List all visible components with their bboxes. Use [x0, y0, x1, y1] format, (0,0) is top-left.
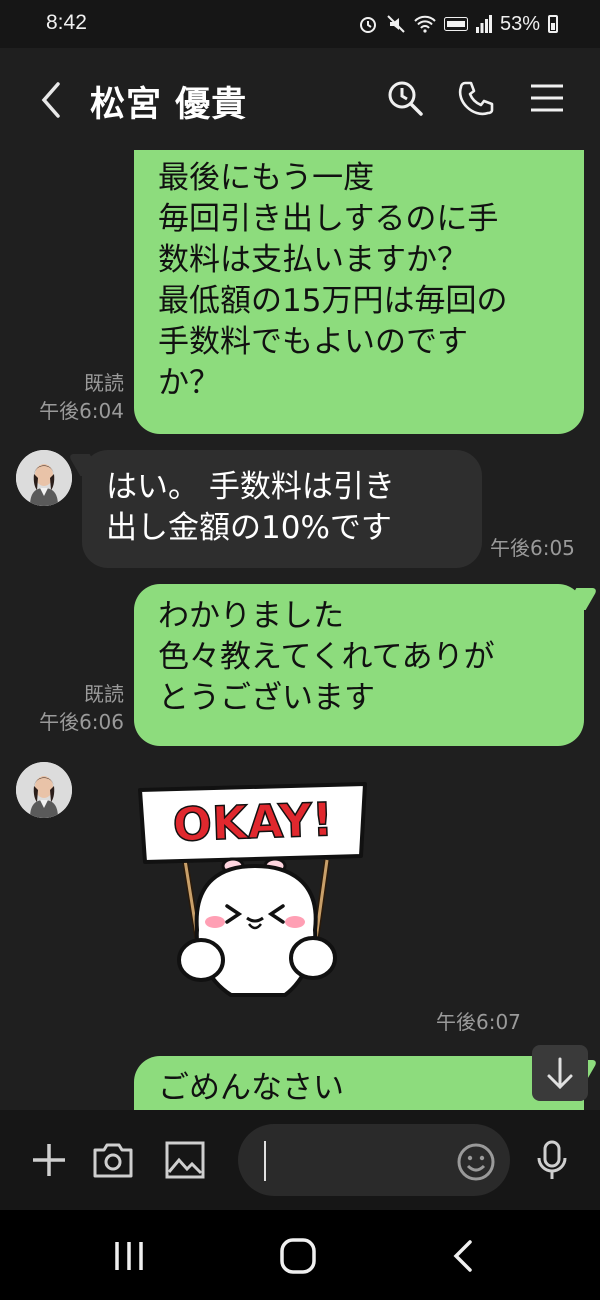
- battery-percent: 53%: [499, 12, 540, 35]
- battery-icon: [548, 15, 558, 33]
- message-line: 毎回引き出しするのに手: [158, 201, 499, 237]
- sticker-text: OKAY!: [172, 792, 334, 852]
- message-time: 午後6:05: [490, 536, 575, 560]
- signal-icon: [475, 15, 492, 33]
- message-meta: 既読 午後6:06: [20, 680, 124, 736]
- recent-apps-button[interactable]: [108, 1236, 152, 1276]
- image-icon[interactable]: [163, 1138, 207, 1182]
- message-time: 午後6:04: [39, 399, 124, 423]
- message-line: 最低額の15万円は毎回の: [158, 283, 508, 319]
- text-caret: [264, 1141, 266, 1181]
- message-bubble-outgoing[interactable]: わかりました 色々教えてくれてありが とうございます: [134, 584, 599, 746]
- chat-header: 松宮 優貴: [0, 48, 600, 150]
- message-time: 午後6:06: [39, 710, 124, 734]
- phone-icon[interactable]: [456, 78, 496, 118]
- status-icons: 53%: [358, 11, 558, 37]
- status-time: 8:42: [46, 11, 87, 34]
- alarm-icon: [359, 17, 376, 33]
- status-bar: 8:42 53%: [0, 0, 600, 48]
- mute-icon: [387, 15, 405, 33]
- plus-icon[interactable]: [27, 1138, 71, 1182]
- message-bubble-outgoing[interactable]: ごめんなさい: [134, 1056, 599, 1110]
- microphone-icon[interactable]: [530, 1138, 574, 1182]
- menu-icon[interactable]: [527, 78, 567, 118]
- chat-title: 松宮 優貴: [90, 85, 248, 125]
- message-line: わかりました: [158, 598, 344, 634]
- message-meta: 既読 午後6:04: [20, 369, 124, 425]
- message-input-bar: [0, 1110, 600, 1210]
- message-line: 数料は支払いますか？: [158, 242, 468, 278]
- read-receipt: 既読: [84, 682, 124, 706]
- arrow-down-icon: [547, 1057, 573, 1090]
- chat-area[interactable]: 最後にもう一度 毎回引き出しするのに手 数料は支払いますか？ 最低額の15万円は…: [0, 150, 600, 1110]
- message-line: とうございます: [158, 680, 375, 716]
- message-line: か？: [158, 365, 220, 401]
- back-button[interactable]: [34, 78, 70, 122]
- message-line: 最後にもう一度: [158, 160, 375, 196]
- back-nav-button[interactable]: [442, 1236, 486, 1276]
- message-line: 出し金額の10%です: [106, 510, 392, 546]
- message-line: 色々教えてくれてありが: [158, 639, 495, 675]
- okay-sticker[interactable]: OKAY!: [135, 780, 375, 1030]
- camera-icon[interactable]: [91, 1138, 135, 1182]
- message-line: はい。 手数料は引き: [106, 469, 395, 505]
- emoji-icon[interactable]: [454, 1140, 498, 1184]
- wifi-icon: [414, 15, 436, 33]
- scroll-to-bottom-button[interactable]: [532, 1045, 588, 1101]
- avatar[interactable]: [16, 762, 72, 818]
- search-icon[interactable]: [385, 78, 425, 118]
- system-nav-bar: [0, 1210, 600, 1300]
- volte-icon: [443, 17, 468, 31]
- home-button[interactable]: [276, 1236, 320, 1276]
- avatar[interactable]: [16, 450, 72, 506]
- read-receipt: 既読: [84, 371, 124, 395]
- message-line: ごめんなさい: [158, 1070, 344, 1106]
- message-time: 午後6:07: [436, 1010, 521, 1034]
- message-bubble-outgoing[interactable]: 最後にもう一度 毎回引き出しするのに手 数料は支払いますか？ 最低額の15万円は…: [134, 150, 584, 434]
- message-bubble-incoming[interactable]: はい。 手数料は引き 出し金額の10%です: [67, 450, 482, 568]
- message-line: 手数料でもよいのです: [158, 324, 468, 360]
